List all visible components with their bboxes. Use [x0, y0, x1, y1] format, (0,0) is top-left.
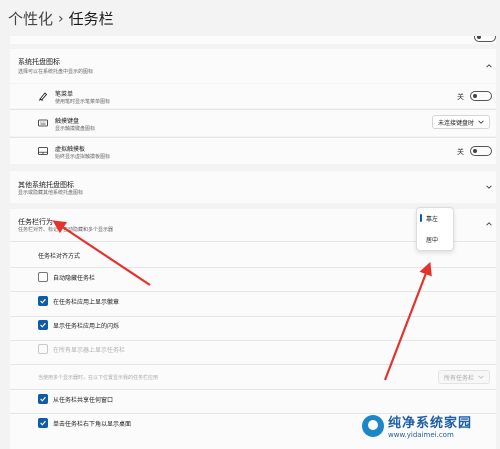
touch-keyboard-title: 触摸键盘 [55, 118, 80, 125]
checkbox-label: 在任务栏应用上显示徽章 [53, 298, 120, 306]
flashing-checkbox-row[interactable]: 显示任务栏应用上的闪烁 [38, 320, 119, 330]
other-tray-icons-section[interactable]: 其他系统托盘图标 显示或隐藏其他系统托盘图标 [10, 171, 496, 203]
touch-keyboard-subtitle: 显示触摸键盘图标 [55, 126, 96, 132]
chevron-down-icon [478, 120, 484, 124]
checkbox[interactable] [38, 272, 48, 282]
divider [10, 340, 496, 341]
checkbox-label: 在所有显示器上显示任务栏 [53, 346, 126, 354]
multi-display-dropdown: 所有任务栏 [437, 370, 490, 384]
dropdown-value: 所有任务栏 [443, 374, 474, 382]
checkbox-checked[interactable] [38, 418, 48, 428]
virtual-touchpad-toggle[interactable] [470, 146, 492, 156]
virtual-touchpad-title: 虚拟触摸板 [55, 146, 86, 153]
checkbox-checked[interactable] [38, 394, 48, 404]
pen-menu-subtitle: 使用笔时显示笔菜单图标 [55, 99, 111, 105]
chevron-down-icon[interactable] [486, 184, 492, 190]
share-window-checkbox-row[interactable]: 从任务栏共享任何窗口 [38, 394, 113, 404]
pen-menu-icon [38, 92, 48, 101]
touch-keyboard-dropdown[interactable]: 未连接键盘时 [431, 115, 490, 129]
section-subtitle: 选择可以在系统托盘中显示的图标 [18, 69, 94, 75]
chevron-up-icon[interactable] [486, 221, 492, 227]
section-subtitle: 显示或隐藏其他系统托盘图标 [18, 190, 84, 196]
all-displays-checkbox-row[interactable]: 在所有显示器上显示任务栏 [38, 344, 125, 354]
autohide-checkbox-row[interactable]: 自动隐藏任务栏 [38, 272, 95, 282]
divider [10, 364, 496, 365]
alignment-dropdown-menu[interactable]: 靠左 居中 [416, 207, 454, 251]
section-title: 系统托盘图标 [18, 58, 60, 66]
tray-icons-section-header[interactable]: 系统托盘图标 选择可以在系统托盘中显示的图标 [10, 49, 496, 83]
previous-section-tail [10, 36, 496, 44]
checkbox-checked[interactable] [38, 320, 48, 330]
breadcrumb-parent[interactable]: 个性化 [8, 8, 53, 29]
divider [10, 389, 496, 390]
checkmark-icon [40, 322, 46, 328]
alignment-option-left[interactable]: 靠左 [417, 209, 455, 227]
virtual-touchpad-row: 虚拟触摸板 始终显示虚拟触摸板图标 关 [10, 138, 496, 164]
divider [10, 316, 496, 317]
breadcrumb-separator: › [58, 10, 64, 27]
chevron-down-icon [478, 375, 484, 379]
checkbox-label: 从任务栏共享任何窗口 [53, 396, 114, 404]
show-desktop-checkbox-row[interactable]: 单击任务栏右下角以显示桌面 [38, 418, 131, 428]
pen-menu-title: 笔菜单 [55, 91, 74, 98]
chevron-up-icon[interactable] [486, 63, 492, 69]
page-title: 任务栏 [68, 10, 114, 28]
multi-display-label: 当使用多个显示器时，在以下位置显示我的任务栏应用 [38, 375, 159, 381]
virtual-touchpad-subtitle: 始终显示虚拟触摸板图标 [55, 154, 111, 160]
virtual-touchpad-icon [38, 147, 48, 155]
badges-checkbox-row[interactable]: 在任务栏应用上显示徽章 [38, 296, 119, 306]
dropdown-value: 未连接键盘时 [437, 119, 474, 127]
divider [10, 267, 496, 268]
touch-keyboard-row: 触摸键盘 显示触摸键盘图标 未连接键盘时 [10, 110, 496, 136]
watermark-logo-icon [362, 414, 384, 437]
watermark: 纯净系统家园 www.yidaimei.com [362, 412, 472, 439]
watermark-url: www.yidaimei.com [388, 431, 454, 439]
pen-menu-row: 笔菜单 使用笔时显示笔菜单图标 关 [10, 84, 496, 108]
pen-menu-toggle-state: 关 [457, 93, 464, 101]
checkbox-label: 显示任务栏应用上的闪烁 [53, 322, 120, 330]
previous-toggle[interactable] [474, 36, 496, 42]
checkbox-disabled [38, 344, 48, 354]
touch-keyboard-icon [38, 119, 48, 127]
header-bar: 个性化 › 任务栏 [0, 0, 500, 36]
section-subtitle: 任务栏对齐、标记、自动隐藏和多个显示器 [18, 227, 114, 233]
checkbox-checked[interactable] [38, 296, 48, 306]
virtual-touchpad-toggle-state: 关 [457, 148, 464, 156]
checkbox-label: 单击任务栏右下角以显示桌面 [53, 420, 132, 428]
checkmark-icon [40, 420, 46, 426]
checkmark-icon [40, 298, 46, 304]
alignment-label: 任务栏对齐方式 [38, 253, 81, 260]
divider [10, 291, 496, 292]
pen-menu-toggle[interactable] [470, 91, 492, 101]
alignment-option-center[interactable]: 居中 [417, 230, 455, 248]
checkmark-icon [40, 396, 46, 402]
checkbox-label: 自动隐藏任务栏 [53, 274, 96, 282]
watermark-brand: 纯净系统家园 [388, 416, 473, 431]
breadcrumb: 个性化 › 任务栏 [8, 8, 114, 29]
